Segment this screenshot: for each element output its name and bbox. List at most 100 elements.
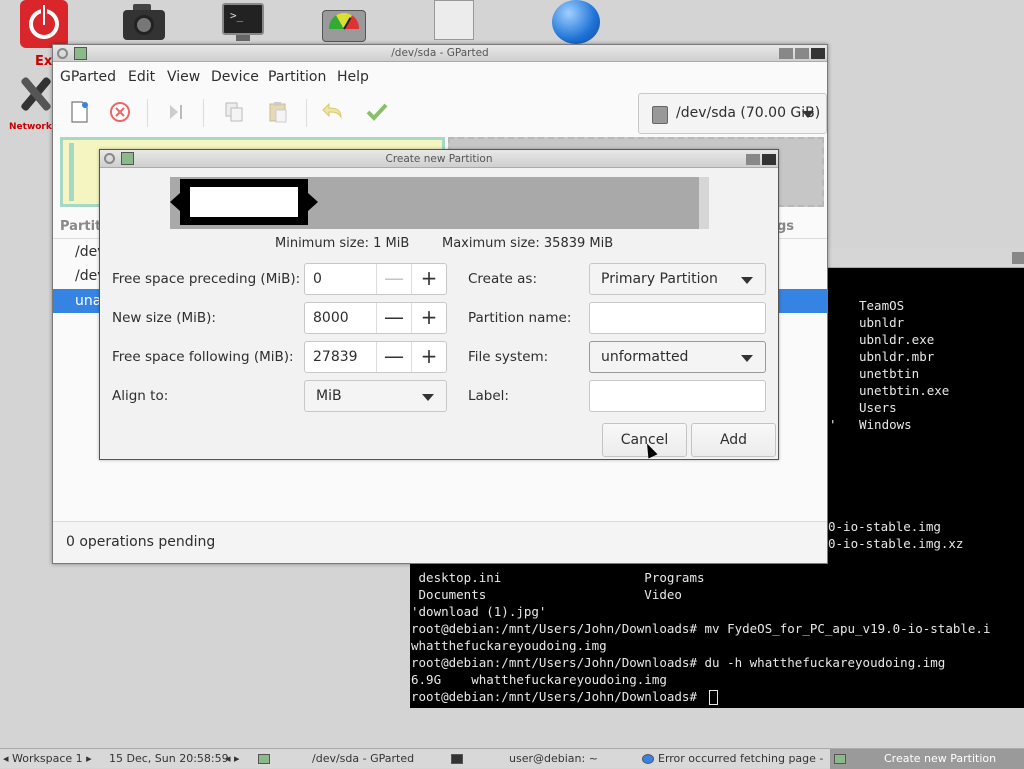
blank-file-icon[interactable] bbox=[434, 0, 474, 40]
terminal-listing-3: ubnldr.mbr bbox=[859, 349, 935, 364]
free-space-following-stepper[interactable]: 27839 — + bbox=[304, 341, 447, 373]
task-create-partition-label: Create new Partition bbox=[884, 752, 997, 765]
network-tools-label: Network bbox=[9, 122, 52, 132]
debian-menu-icon[interactable] bbox=[104, 153, 115, 164]
gparted-titlebar[interactable]: /dev/sda - GParted bbox=[53, 45, 827, 62]
add-button[interactable]: Add bbox=[691, 423, 776, 457]
menu-device[interactable]: Device bbox=[211, 69, 259, 85]
terminal-cursor bbox=[708, 690, 718, 705]
dialog-titlebar[interactable]: Create new Partition bbox=[100, 150, 778, 168]
resize-left-handle-icon[interactable] bbox=[170, 193, 180, 211]
dialog-task-icon bbox=[834, 754, 846, 764]
decrement-button[interactable]: — bbox=[376, 303, 411, 333]
menu-help[interactable]: Help bbox=[337, 69, 369, 85]
debian-menu-icon[interactable] bbox=[57, 48, 68, 59]
free-space-preceding-value[interactable]: 0 bbox=[313, 271, 322, 287]
minimum-size-label: Minimum size: 1 MiB bbox=[275, 236, 410, 251]
menu-edit[interactable]: Edit bbox=[128, 69, 155, 85]
menu-view[interactable]: View bbox=[167, 69, 200, 85]
create-as-value: Primary Partition bbox=[601, 271, 718, 287]
toolbar-separator bbox=[306, 99, 307, 127]
terminal-stray-quote: ' bbox=[829, 417, 837, 432]
increment-button[interactable]: + bbox=[411, 264, 446, 294]
new-partition-slider[interactable] bbox=[170, 179, 318, 225]
copy-icon[interactable] bbox=[219, 97, 249, 127]
dialog-close-button[interactable] bbox=[762, 154, 776, 165]
camera-icon[interactable] bbox=[121, 0, 167, 42]
terminal-partial-line-1: 0-io-stable.img.xz bbox=[828, 536, 964, 551]
resize-move-icon[interactable] bbox=[162, 97, 192, 127]
chevron-down-icon bbox=[802, 111, 814, 118]
delete-partition-icon[interactable] bbox=[105, 97, 135, 127]
align-to-label: Align to: bbox=[112, 388, 169, 404]
menu-partition[interactable]: Partition bbox=[268, 69, 326, 85]
label-label: Label: bbox=[468, 388, 509, 404]
align-to-select[interactable]: MiB bbox=[304, 380, 447, 412]
file-system-label: File system: bbox=[468, 349, 549, 365]
new-partition-icon[interactable] bbox=[64, 97, 94, 127]
network-tools-icon[interactable] bbox=[20, 74, 52, 118]
terminal-icon[interactable]: >_ bbox=[222, 3, 264, 41]
terminal-prompt-line[interactable]: root@debian:/mnt/Users/John/Downloads# bbox=[411, 688, 718, 705]
free-space-following-value[interactable]: 27839 bbox=[313, 349, 358, 365]
new-size-stepper[interactable]: 8000 — + bbox=[304, 302, 447, 334]
undo-icon[interactable] bbox=[319, 97, 349, 127]
minimize-button[interactable] bbox=[779, 48, 793, 59]
disk-usage-icon[interactable] bbox=[322, 10, 366, 42]
task-gparted[interactable]: /dev/sda - GParted bbox=[258, 749, 414, 769]
close-button[interactable] bbox=[811, 48, 825, 59]
task-browser[interactable]: Error occurred fetching page - bbox=[642, 749, 823, 769]
workspace-label: Workspace 1 bbox=[12, 752, 83, 765]
taskbar: ◂ Workspace 1 ▸ 15 Dec, Sun 20:58:59 ◂ ▸… bbox=[0, 748, 1024, 769]
chevron-down-icon bbox=[741, 277, 753, 284]
file-system-value: unformatted bbox=[601, 349, 689, 365]
increment-button[interactable]: + bbox=[411, 342, 446, 372]
apply-icon[interactable] bbox=[362, 97, 392, 127]
menu-gparted[interactable]: GParted bbox=[60, 69, 116, 85]
free-space-preceding-label: Free space preceding (MiB): bbox=[112, 271, 301, 287]
dialog-maximize-button[interactable] bbox=[746, 154, 760, 165]
terminal-minimize-button[interactable] bbox=[1012, 252, 1024, 264]
task-create-partition[interactable]: Create new Partition bbox=[830, 749, 1024, 769]
align-to-value: MiB bbox=[316, 388, 342, 404]
gparted-app-icon bbox=[121, 152, 134, 165]
file-system-select[interactable]: unformatted bbox=[589, 341, 766, 373]
terminal-listing-7: Windows bbox=[859, 417, 912, 432]
partition-name-input[interactable] bbox=[589, 302, 766, 334]
create-as-select[interactable]: Primary Partition bbox=[589, 263, 766, 295]
toolbar: /dev/sda (70.00 GiB) bbox=[53, 91, 827, 135]
terminal-line-4: whatthefuckareyoudoing.img bbox=[411, 638, 607, 653]
create-partition-dialog[interactable]: Create new Partition Minimum size: 1 MiB… bbox=[99, 149, 779, 460]
paste-icon[interactable] bbox=[263, 97, 293, 127]
task-nav-arrows[interactable]: ◂ ▸ bbox=[225, 749, 240, 769]
partition-size-map[interactable] bbox=[170, 177, 709, 229]
terminal-line-6: 6.9G whatthefuckareyoudoing.img bbox=[411, 672, 667, 687]
toolbar-separator bbox=[203, 99, 204, 127]
globe-icon bbox=[642, 754, 654, 764]
terminal-line-2: 'download (1).jpg' bbox=[411, 604, 547, 619]
task-terminal[interactable]: user@debian: ~ bbox=[451, 749, 598, 769]
maximize-button[interactable] bbox=[795, 48, 809, 59]
workspace-switcher[interactable]: ◂ Workspace 1 ▸ bbox=[3, 749, 92, 769]
status-bar: 0 operations pending bbox=[53, 521, 827, 563]
maximum-size-label: Maximum size: 35839 MiB bbox=[442, 236, 614, 251]
dialog-window-buttons bbox=[744, 153, 776, 171]
clock[interactable]: 15 Dec, Sun 20:58:59 bbox=[109, 749, 229, 769]
new-size-value[interactable]: 8000 bbox=[313, 310, 349, 326]
terminal-listing-6: Users bbox=[859, 400, 897, 415]
globe-icon[interactable] bbox=[552, 0, 600, 44]
decrement-button[interactable]: — bbox=[376, 342, 411, 372]
task-gparted-label: /dev/sda - GParted bbox=[312, 752, 415, 765]
column-flags-header[interactable]: gs bbox=[777, 219, 794, 234]
decrement-button[interactable]: — bbox=[376, 264, 411, 294]
device-selector-label: /dev/sda (70.00 GiB) bbox=[676, 105, 821, 121]
free-space-preceding-stepper[interactable]: 0 — + bbox=[304, 263, 447, 295]
chevron-down-icon bbox=[741, 355, 753, 362]
device-selector[interactable]: /dev/sda (70.00 GiB) bbox=[638, 93, 827, 134]
label-input[interactable] bbox=[589, 380, 766, 412]
terminal-line-0: desktop.ini Programs bbox=[411, 570, 705, 585]
power-icon[interactable] bbox=[20, 0, 68, 48]
resize-right-handle-icon[interactable] bbox=[308, 193, 318, 211]
increment-button[interactable]: + bbox=[411, 303, 446, 333]
terminal-listing-0: TeamOS bbox=[859, 298, 905, 313]
